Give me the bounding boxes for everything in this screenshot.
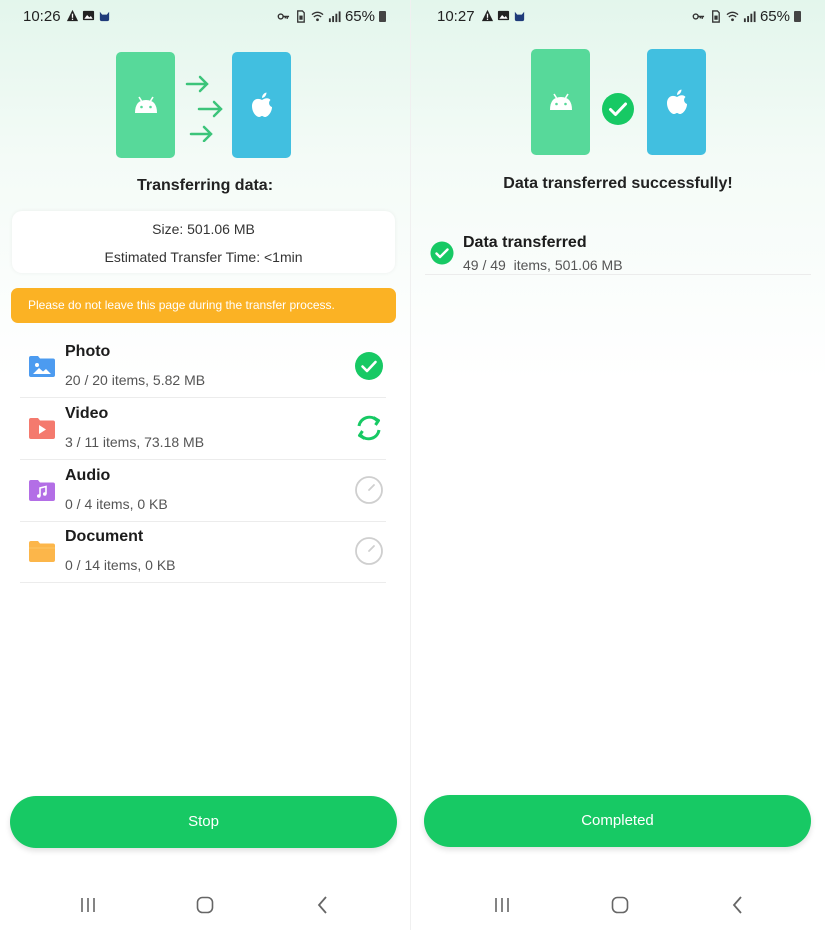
item-detail: 3 / 11 items, 73.18 MB xyxy=(65,434,205,450)
home-icon[interactable] xyxy=(190,890,220,920)
item-detail: 0 / 4 items, 0 KB xyxy=(65,496,168,512)
transfer-arrows-icon xyxy=(185,75,223,142)
back-icon[interactable] xyxy=(308,890,338,920)
list-item-photo: Photo 20 / 20 items, 5.82 MB xyxy=(20,336,386,398)
item-detail: 20 / 20 items, 5.82 MB xyxy=(65,372,206,388)
completed-button[interactable]: Completed xyxy=(424,795,811,847)
apple-logo-icon xyxy=(666,89,687,114)
sync-progress-icon xyxy=(357,415,381,441)
page-title: Data transferred successfully! xyxy=(503,175,733,192)
transfer-complete-illustration xyxy=(411,0,825,170)
android-phone xyxy=(531,49,590,155)
list-item-audio: Audio 0 / 4 items, 0 KB xyxy=(20,460,386,522)
iphone xyxy=(647,49,706,155)
item-title: Photo xyxy=(65,343,111,360)
back-icon[interactable] xyxy=(723,890,753,920)
audio-folder-icon xyxy=(29,480,55,501)
apple-logo-icon xyxy=(251,92,272,117)
iphone xyxy=(232,52,291,158)
video-folder-icon xyxy=(29,418,55,439)
item-title: Video xyxy=(65,405,109,422)
transfer-size: Size: 501.06 MB xyxy=(152,221,255,237)
transfer-result-row: Data transferred 49 / 49 items, 501.06 M… xyxy=(425,227,811,275)
item-title: Document xyxy=(65,528,144,545)
android-phone xyxy=(116,52,175,158)
transfer-info-card: Size: 501.06 MB Estimated Transfer Time:… xyxy=(12,211,395,273)
page-title: Transferring data: xyxy=(136,177,274,194)
check-circle-icon xyxy=(602,93,634,125)
android-logo-icon xyxy=(549,93,572,110)
document-folder-icon xyxy=(29,541,55,562)
check-circle-icon xyxy=(355,352,383,380)
transfer-complete-screen: 10:27 65% Data transferred successfully!… xyxy=(410,0,825,930)
recent-apps-icon[interactable] xyxy=(487,890,517,920)
result-title: Data transferred xyxy=(463,234,587,251)
pending-clock-icon xyxy=(355,537,383,565)
item-detail: 0 / 14 items, 0 KB xyxy=(65,557,176,573)
list-item-document: Document 0 / 14 items, 0 KB xyxy=(20,521,386,583)
warning-banner: Please do not leave this page during the… xyxy=(11,288,396,323)
transfer-illustration xyxy=(0,0,410,170)
result-detail: 49 / 49 items, 501.06 MB xyxy=(463,257,623,273)
photo-folder-icon xyxy=(29,356,55,377)
stop-button[interactable]: Stop xyxy=(10,796,397,848)
navigation-bar xyxy=(0,890,410,920)
item-title: Audio xyxy=(65,467,111,484)
check-circle-icon xyxy=(430,241,454,265)
android-logo-icon xyxy=(134,96,157,113)
transfer-eta: Estimated Transfer Time: <1min xyxy=(104,249,303,265)
transfer-in-progress-screen: 10:26 65% Transferring data: Size: 501.0… xyxy=(0,0,410,930)
pending-clock-icon xyxy=(355,476,383,504)
recent-apps-icon[interactable] xyxy=(73,890,103,920)
list-item-video: Video 3 / 11 items, 73.18 MB xyxy=(20,398,386,460)
navigation-bar xyxy=(411,890,825,920)
home-icon[interactable] xyxy=(605,890,635,920)
